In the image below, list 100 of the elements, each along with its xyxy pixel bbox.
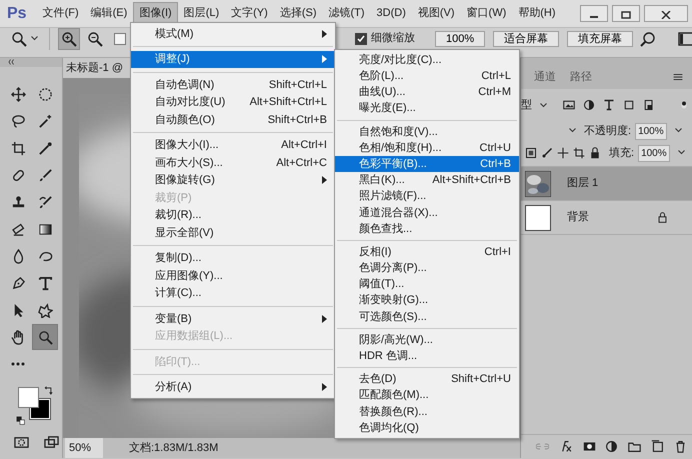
color-swatches[interactable] — [18, 387, 52, 421]
menu-item[interactable]: 分析(A) — [131, 378, 335, 396]
menu-item[interactable]: 自动颜色(O) Shift+Ctrl+B — [131, 111, 335, 128]
shape-filter-icon — [623, 99, 635, 111]
menu-bar-item[interactable]: 文件(F) — [36, 2, 85, 25]
document-tab[interactable]: 未标题-1 @ — [63, 58, 130, 78]
menu-item[interactable]: 替换颜色(R)... — [335, 404, 519, 420]
dashed-circle-icon — [38, 86, 52, 102]
zoom-preset-button[interactable]: 100% — [435, 30, 486, 46]
menu-item[interactable]: 模式(M) — [131, 25, 335, 42]
menu-item[interactable]: 色彩平衡(B)... Ctrl+B — [335, 156, 519, 172]
menu-item[interactable]: 阈值(T)... — [335, 276, 519, 293]
crop-icon — [573, 147, 585, 159]
menu-item[interactable]: 图像大小(I)... Alt+Ctrl+I — [131, 136, 335, 154]
shortcut-label: Shift+Ctrl+L — [268, 78, 327, 92]
menu-item[interactable]: 变量(B) — [131, 310, 335, 328]
lock-pixels-icon — [525, 147, 537, 159]
document-size-text: 文档:1.83M/1.83M — [129, 440, 218, 456]
layer-row[interactable]: 图层 1 — [521, 167, 692, 201]
lock-icon — [589, 147, 601, 159]
caret-icon — [540, 102, 547, 108]
swap-icon — [44, 386, 54, 396]
checkbox[interactable] — [114, 32, 126, 44]
menu-bar-item[interactable]: 编辑(E) — [84, 2, 134, 25]
caret-icon — [675, 128, 682, 134]
menu-bar-item[interactable]: 文字(Y) — [225, 2, 274, 25]
zoom-preset-button[interactable]: 填充屏幕 — [567, 30, 634, 46]
menu-bar-item[interactable]: 3D(D) — [370, 2, 412, 25]
shortcut-label: Ctrl+M — [478, 85, 511, 100]
menu-item[interactable]: 裁切(R)... — [131, 206, 335, 224]
app-logo: Ps — [6, 4, 28, 24]
menu-item[interactable]: 亮度/对比度(C)... — [335, 52, 519, 68]
shortcut-label: Shift+Ctrl+U — [451, 372, 511, 388]
menu-item[interactable]: 显示全部(V) — [131, 224, 335, 242]
menu-item[interactable]: 反相(I) Ctrl+I — [335, 244, 519, 260]
filter-kind-dropdown[interactable]: 型 — [521, 96, 547, 114]
layer-name: 背景 — [567, 210, 589, 226]
zoom-level-field[interactable]: 50% — [65, 438, 103, 458]
folder-icon — [628, 440, 642, 453]
maximize-button[interactable] — [612, 5, 640, 22]
adjustment-filter-icon — [583, 99, 595, 111]
caret-icon — [569, 128, 576, 134]
menu-item[interactable]: 应用图像(Y)... — [131, 267, 335, 284]
menu-item[interactable]: 曲线(U)... Ctrl+M — [335, 84, 519, 101]
crop-icon — [10, 140, 26, 156]
menu-item[interactable]: 可选颜色(S)... — [335, 308, 519, 325]
trash-icon — [674, 440, 687, 453]
shortcut-label: Ctrl+U — [480, 140, 511, 156]
menu-item[interactable]: HDR 色调... — [335, 348, 519, 364]
menu-item[interactable]: 复制(D)... — [131, 250, 335, 267]
hand-icon — [10, 330, 26, 344]
default-colors-icon — [16, 416, 25, 425]
menu-item[interactable]: 曝光度(E)... — [335, 100, 519, 117]
checkbox[interactable] — [355, 32, 367, 44]
zoom-icon — [11, 30, 27, 46]
menu-item[interactable]: 黑白(K)... Alt+Shift+Ctrl+B — [335, 172, 519, 188]
maximize-icon — [621, 11, 631, 20]
new-layer-icon — [651, 440, 664, 453]
menu-item[interactable]: 去色(D) Shift+Ctrl+U — [335, 371, 519, 388]
collapse-icon — [6, 58, 16, 66]
opacity-field[interactable]: 100% — [635, 122, 668, 140]
more-icon — [11, 362, 25, 366]
menu-item[interactable]: 自动对比度(U) Alt+Shift+Ctrl+L — [131, 94, 335, 111]
menu-bar-item[interactable]: 窗口(W) — [460, 2, 512, 25]
menu-item[interactable]: 自然饱和度(V)... — [335, 124, 519, 140]
menu-item[interactable]: 通道混合器(X)... — [335, 204, 519, 221]
panel-tab[interactable]: 路径 — [563, 66, 599, 89]
menu-item[interactable]: 色调分离(P)... — [335, 260, 519, 276]
menu-item[interactable]: 画布大小(S)... Alt+Ctrl+C — [131, 154, 335, 172]
menu-item[interactable]: 色相/饱和度(H)... Ctrl+U — [335, 140, 519, 156]
menu-item[interactable]: 匹配颜色(M)... — [335, 388, 519, 404]
menu-item[interactable]: 调整(J) — [131, 50, 335, 68]
close-button[interactable] — [644, 5, 688, 22]
layer-thumbnail — [525, 204, 551, 230]
menu-item[interactable]: 色阶(L)... Ctrl+L — [335, 68, 519, 84]
zoom-tool[interactable] — [32, 324, 58, 350]
menu-item[interactable]: 照片滤镜(F)... — [335, 188, 519, 205]
menu-bar-item[interactable]: 选择(S) — [274, 2, 322, 25]
menu-bar-item[interactable]: 帮助(H) — [512, 2, 562, 25]
zoom-preset-button[interactable]: 适合屏幕 — [493, 30, 560, 46]
menu-item[interactable]: 自动色调(N) Shift+Ctrl+L — [131, 76, 335, 94]
panel-tab[interactable]: 通道 — [527, 66, 563, 89]
menu-bar-item[interactable]: 视图(V) — [412, 2, 461, 25]
image-filter-icon — [563, 98, 575, 111]
zoom-in-button[interactable] — [58, 28, 80, 50]
minimize-button[interactable] — [580, 5, 608, 22]
menu-item[interactable]: 色调均化(Q) — [335, 420, 519, 436]
menu-bar-item[interactable]: 滤镜(T) — [322, 2, 371, 25]
menu-bar-item[interactable]: 图层(L) — [178, 2, 226, 25]
shortcut-label: Ctrl+B — [480, 156, 511, 172]
opacity-label: 不透明度: — [584, 124, 632, 139]
menu-item[interactable]: 渐变映射(G)... — [335, 292, 519, 309]
menu-item[interactable]: 阴影/高光(W)... — [335, 332, 519, 348]
workspace-icon — [678, 30, 692, 46]
menu-item[interactable]: 图像旋转(G) — [131, 172, 335, 189]
layer-row[interactable]: 背景 — [521, 201, 692, 235]
fill-field[interactable]: 100% — [638, 144, 670, 162]
menu-item[interactable]: 颜色查找... — [335, 220, 519, 238]
menu-item[interactable]: 计算(C)... — [131, 284, 335, 302]
brush-icon — [38, 168, 52, 182]
